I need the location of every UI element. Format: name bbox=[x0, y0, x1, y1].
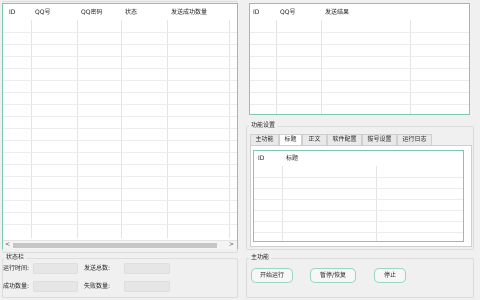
column-divider bbox=[31, 20, 32, 238]
row-divider bbox=[254, 177, 463, 178]
row-divider bbox=[250, 80, 469, 81]
row-divider bbox=[3, 152, 237, 153]
col-header-title[interactable]: 标题 bbox=[286, 155, 298, 163]
row-divider bbox=[254, 188, 463, 189]
col-header-send-result[interactable]: 发送结果 bbox=[325, 9, 349, 17]
row-divider bbox=[3, 68, 237, 69]
fail-count-label: 失败数量: bbox=[84, 283, 111, 290]
column-divider bbox=[121, 20, 122, 238]
row-divider bbox=[250, 56, 469, 57]
row-divider bbox=[3, 80, 237, 81]
horizontal-scrollbar[interactable]: < > bbox=[3, 240, 237, 249]
row-divider bbox=[3, 224, 237, 225]
pause-resume-button[interactable]: 暂停/恢复 bbox=[310, 268, 356, 283]
scroll-right-arrow-icon[interactable]: > bbox=[229, 241, 234, 249]
status-bar-title: 状态栏 bbox=[4, 254, 27, 262]
results-table[interactable]: ID QQ号 发送结果 bbox=[249, 3, 470, 115]
stop-button[interactable]: 停止 bbox=[374, 268, 406, 283]
titles-table[interactable]: ID 标题 bbox=[253, 150, 464, 242]
run-time-value bbox=[33, 263, 78, 274]
col-header-qq-password[interactable]: QQ密码 bbox=[81, 9, 102, 17]
row-divider bbox=[3, 116, 237, 117]
row-divider bbox=[250, 68, 469, 69]
total-sent-value bbox=[124, 263, 170, 274]
row-divider bbox=[3, 92, 237, 93]
col-header-id[interactable]: ID bbox=[258, 155, 264, 163]
fail-count-value bbox=[124, 281, 170, 292]
row-divider bbox=[3, 140, 237, 141]
accounts-table[interactable]: ID QQ号 QQ密码 状态 发送成功数量 < > bbox=[2, 3, 238, 249]
row-divider bbox=[3, 176, 237, 177]
col-header-qq[interactable]: QQ号 bbox=[280, 9, 295, 17]
total-sent-label: 发送总数: bbox=[84, 265, 111, 272]
feature-settings-title: 功能设置 bbox=[249, 122, 278, 130]
tab-dial-settings[interactable]: 拔号设置 bbox=[362, 134, 397, 145]
row-divider bbox=[250, 44, 469, 45]
column-divider bbox=[321, 20, 322, 114]
success-count-label: 成功数量: bbox=[3, 283, 30, 290]
col-header-qq[interactable]: QQ号 bbox=[35, 9, 50, 17]
row-divider bbox=[3, 56, 237, 57]
col-header-id[interactable]: ID bbox=[253, 9, 259, 17]
run-time-label: 运行时间: bbox=[3, 265, 30, 272]
success-count-value bbox=[33, 281, 78, 292]
row-divider bbox=[3, 104, 237, 105]
column-divider bbox=[229, 20, 230, 238]
row-divider bbox=[254, 232, 463, 233]
scrollbar-thumb[interactable] bbox=[13, 243, 217, 248]
tab-main-function[interactable]: 主功能 bbox=[250, 134, 279, 145]
row-divider bbox=[254, 210, 463, 211]
tab-software-config[interactable]: 软件配置 bbox=[327, 134, 362, 145]
col-header-sent-count[interactable]: 发送成功数量 bbox=[171, 9, 207, 17]
start-button[interactable]: 开始运行 bbox=[251, 268, 293, 283]
row-divider bbox=[3, 32, 237, 33]
row-divider bbox=[3, 200, 237, 201]
row-divider bbox=[254, 221, 463, 222]
tab-run-log[interactable]: 运行日志 bbox=[397, 134, 432, 145]
column-divider bbox=[276, 20, 277, 114]
row-divider bbox=[250, 92, 469, 93]
col-header-id[interactable]: ID bbox=[9, 9, 15, 17]
tab-body[interactable]: 正文 bbox=[302, 134, 327, 145]
column-divider bbox=[167, 20, 168, 238]
main-function-title: 主功能 bbox=[249, 254, 272, 262]
column-divider bbox=[410, 20, 411, 114]
row-divider bbox=[250, 104, 469, 105]
row-divider bbox=[3, 188, 237, 189]
column-divider bbox=[77, 20, 78, 238]
row-divider bbox=[254, 199, 463, 200]
row-divider bbox=[3, 164, 237, 165]
row-divider bbox=[250, 32, 469, 33]
col-header-status[interactable]: 状态 bbox=[125, 9, 137, 17]
row-divider bbox=[3, 128, 237, 129]
row-divider bbox=[3, 212, 237, 213]
row-divider bbox=[3, 44, 237, 45]
scroll-left-arrow-icon[interactable]: < bbox=[5, 241, 10, 249]
